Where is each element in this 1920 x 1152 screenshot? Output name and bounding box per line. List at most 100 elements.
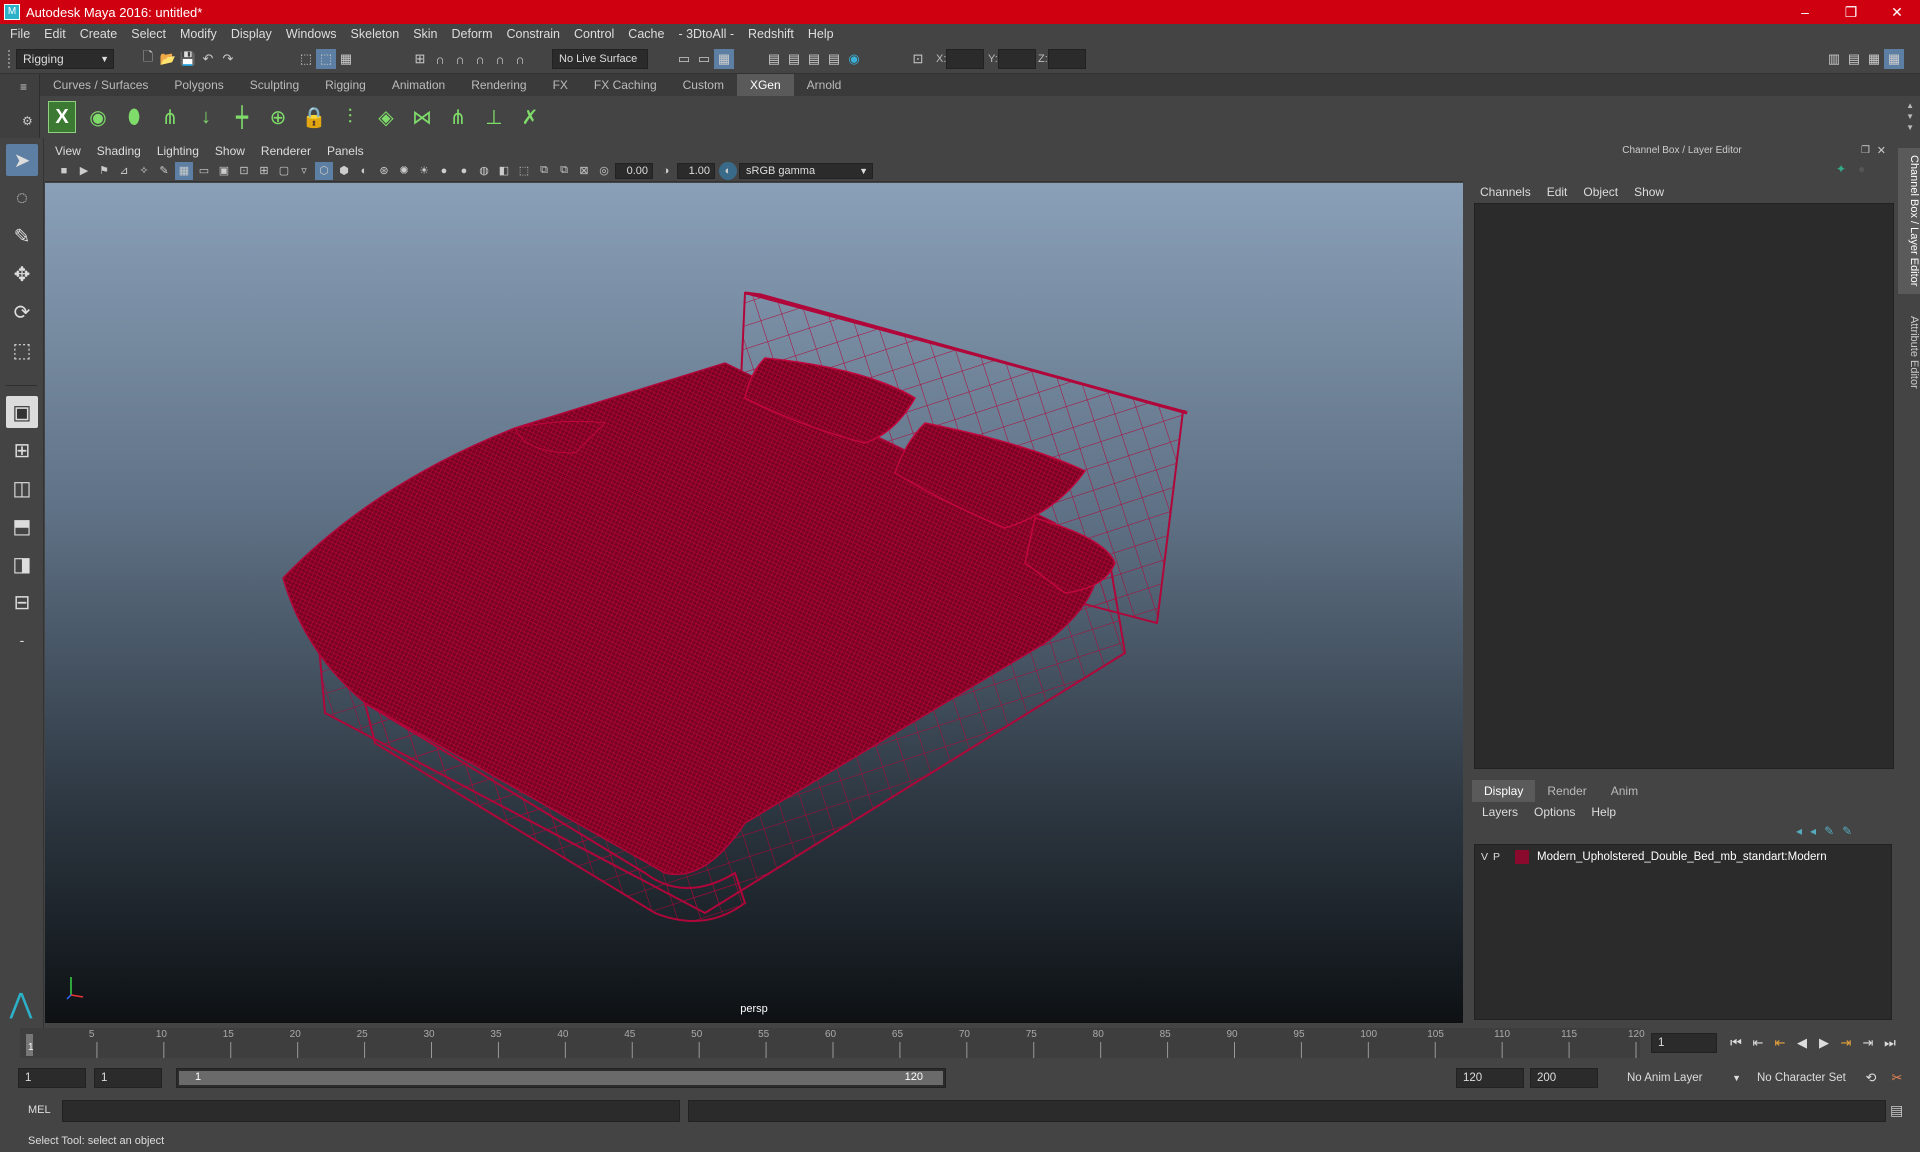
panel-menu-panels[interactable]: Panels	[327, 144, 364, 158]
wireframe-on-shaded-icon[interactable]: ◐	[355, 162, 373, 180]
grid-toggle-icon[interactable]: ▦	[175, 161, 193, 180]
view-transform-dropdown[interactable]: sRGB gamma ▼	[739, 162, 873, 179]
float-panel-icon[interactable]: ❐	[1861, 142, 1870, 160]
panel-menu-show[interactable]: Show	[215, 144, 245, 158]
xray-joints-icon[interactable]: ⧉	[555, 162, 573, 180]
gate-mask-icon[interactable]: ⊡	[235, 162, 253, 180]
resolution-gate-icon[interactable]: ▣	[215, 162, 233, 180]
menu-cache[interactable]: Cache	[628, 27, 664, 41]
menu-create[interactable]: Create	[80, 27, 118, 41]
script-editor-icon[interactable]: ▤	[1890, 1102, 1903, 1119]
play-backwards-icon[interactable]: ◀	[1791, 1032, 1813, 1054]
persp-graph-layout-icon[interactable]: ⬒	[6, 510, 38, 542]
shelf-tab-animation[interactable]: Animation	[379, 74, 458, 96]
menu-constrain[interactable]: Constrain	[507, 27, 561, 41]
select-camera-icon[interactable]: ■	[55, 162, 73, 180]
range-slider-handle[interactable]	[179, 1071, 943, 1085]
side-by-side-layout-icon[interactable]: ◫	[6, 472, 38, 504]
render-view-icon[interactable]: ▤	[764, 49, 784, 69]
step-back-key-icon[interactable]: ⇤	[1747, 1032, 1769, 1054]
cb-menu-channels[interactable]: Channels	[1480, 185, 1531, 199]
grease-pencil-icon[interactable]: ✎	[155, 162, 173, 180]
xray-components-icon[interactable]: ⊠	[575, 162, 593, 180]
layer-menu-help[interactable]: Help	[1591, 805, 1616, 819]
gamma-icon[interactable]: ◑	[657, 162, 675, 180]
time-slider[interactable]: 5 10 15 20 25 30 35 40 45 50 55 60 65 70 75 80 85 90 95 100…	[20, 1028, 1645, 1058]
new-empty-layer-icon[interactable]: ✎	[1824, 824, 1834, 838]
safe-action-icon[interactable]: ▢	[275, 162, 293, 180]
depth-of-field-icon[interactable]: ◧	[495, 162, 513, 180]
shelf-tab-curves-surfaces[interactable]: Curves / Surfaces	[40, 74, 161, 96]
rotate-tool-icon[interactable]: ⟳	[6, 296, 38, 328]
film-gate-icon[interactable]: ▭	[195, 162, 213, 180]
layer-color-swatch[interactable]	[1515, 850, 1529, 864]
playback-start-field[interactable]: 1	[94, 1068, 162, 1088]
maximize-button[interactable]: ❐	[1828, 0, 1874, 24]
shelf-tab-rendering[interactable]: Rendering	[458, 74, 539, 96]
layer-tab-anim[interactable]: Anim	[1599, 780, 1650, 802]
play-forwards-icon[interactable]: ▶	[1813, 1032, 1835, 1054]
shelf-tab-custom[interactable]: Custom	[670, 74, 737, 96]
gamma-field[interactable]: 1.00	[677, 162, 715, 179]
layer-tab-render[interactable]: Render	[1535, 780, 1598, 802]
minimize-button[interactable]: –	[1782, 0, 1828, 24]
redo-icon[interactable]: ↷	[218, 49, 238, 69]
layer-menu-options[interactable]: Options	[1534, 805, 1575, 819]
cb-menu-edit[interactable]: Edit	[1547, 185, 1568, 199]
shelf-tab-fx-caching[interactable]: FX Caching	[581, 74, 670, 96]
shelf-scroll-arrows[interactable]: ▲ ▼ ▼	[1906, 100, 1914, 133]
move-layer-up-icon[interactable]: ◂	[1796, 824, 1802, 838]
bookmarks-icon[interactable]: ⚑	[95, 162, 113, 180]
new-scene-icon[interactable]: 🗋	[138, 49, 158, 69]
go-to-start-icon[interactable]: ⏮	[1725, 1032, 1747, 1054]
select-object-icon[interactable]: ⬚	[316, 49, 336, 69]
snap-view-icon[interactable]: ∩	[470, 49, 490, 69]
menu-file[interactable]: File	[10, 27, 30, 41]
xgen-place-guides-icon[interactable]: ⋔	[156, 101, 184, 133]
live-surface-field[interactable]: No Live Surface	[552, 49, 648, 69]
shelf-tab-rigging[interactable]: Rigging	[312, 74, 379, 96]
snap-surface-icon[interactable]: ∩	[490, 49, 510, 69]
current-frame-field[interactable]: 1	[1651, 1033, 1717, 1053]
ipr-render-icon[interactable]: ▤	[804, 49, 824, 69]
safe-title-icon[interactable]: ▿	[295, 162, 313, 180]
menu-skeleton[interactable]: Skeleton	[351, 27, 400, 41]
xgen-lock-guide-icon[interactable]: 🔒	[300, 101, 328, 133]
textured-icon[interactable]: ⊛	[375, 162, 393, 180]
wireframe-toggle-icon[interactable]: ⬡	[315, 161, 333, 180]
panel-menu-lighting[interactable]: Lighting	[157, 144, 199, 158]
channel-box-options-icon[interactable]: ●	[1858, 162, 1865, 176]
lasso-tool-icon[interactable]: ◌	[6, 182, 38, 214]
menu-control[interactable]: Control	[574, 27, 614, 41]
xgen-layer-icon[interactable]: ◈	[372, 101, 400, 133]
side-tab-attribute-editor[interactable]: Attribute Editor	[1898, 302, 1920, 402]
close-panel-icon[interactable]: ✕	[1877, 142, 1886, 160]
perspective-viewport[interactable]: persp	[45, 183, 1463, 1023]
coord-y-field[interactable]	[998, 49, 1036, 69]
input-ops-icon[interactable]: ▭	[674, 49, 694, 69]
channel-box-body[interactable]	[1474, 203, 1894, 769]
menu-windows[interactable]: Windows	[286, 27, 337, 41]
menu-deform[interactable]: Deform	[452, 27, 493, 41]
xgen-rebuild-guides-icon[interactable]: ⋔	[444, 101, 472, 133]
hypershade-icon[interactable]: ◉	[844, 49, 864, 69]
menu-3dtoall[interactable]: - 3DtoAll -	[678, 27, 734, 41]
use-lights-icon[interactable]: ✺	[395, 162, 413, 180]
layout-more-icon[interactable]: -	[6, 624, 38, 656]
scale-tool-icon[interactable]: ⬚	[6, 334, 38, 366]
field-chart-icon[interactable]: ⊞	[255, 162, 273, 180]
single-perspective-layout-icon[interactable]: ▣	[6, 396, 38, 428]
side-tab-channel-box[interactable]: Channel Box / Layer Editor	[1898, 148, 1920, 294]
range-slider[interactable]: 1 120	[176, 1068, 946, 1088]
snap-grid-icon[interactable]: ⊞	[410, 49, 430, 69]
xgen-add-guide-icon[interactable]: ┿	[228, 101, 256, 133]
menu-select[interactable]: Select	[131, 27, 166, 41]
construction-history-icon[interactable]: ▦	[714, 49, 734, 69]
panel-menu-shading[interactable]: Shading	[97, 144, 141, 158]
layer-playback-toggle[interactable]: P	[1493, 851, 1505, 863]
xgen-description-icon[interactable]: ⬮	[120, 101, 148, 133]
snap-curve-icon[interactable]: ∩	[430, 49, 450, 69]
motion-blur-icon[interactable]: ●	[455, 162, 473, 180]
script-language-toggle[interactable]: MEL	[28, 1104, 51, 1116]
layer-visibility-toggle[interactable]: V	[1481, 851, 1493, 863]
